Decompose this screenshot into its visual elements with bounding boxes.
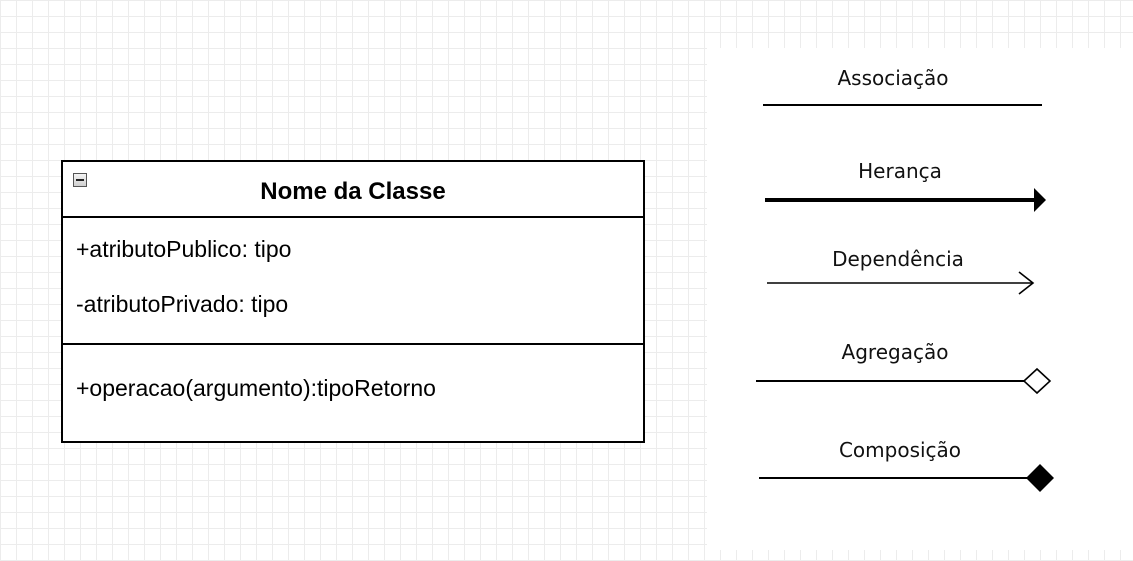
- composition-filled-diamond: [759, 464, 1054, 492]
- relationship-legend: [756, 104, 1054, 492]
- aggregation-hollow-diamond: [756, 367, 1052, 395]
- dependency-arrow: [767, 271, 1035, 295]
- inheritance-arrow: [765, 188, 1046, 212]
